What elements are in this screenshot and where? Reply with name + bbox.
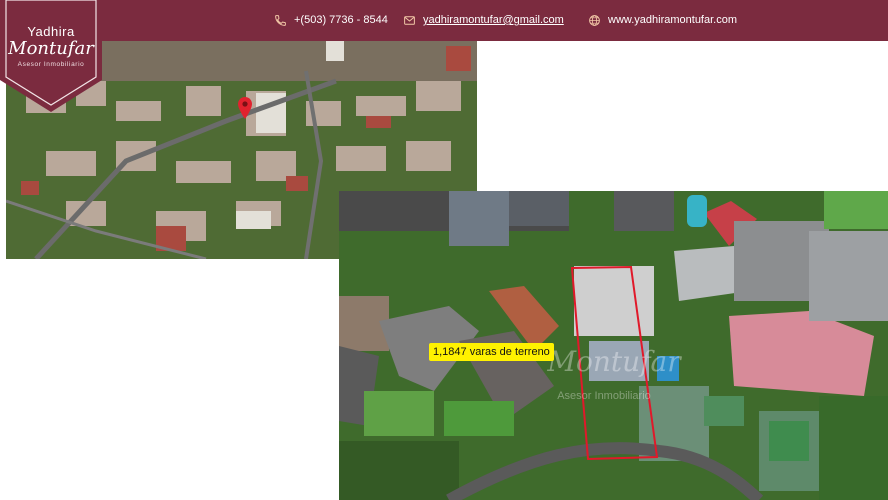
- watermark-name: Montufar: [546, 345, 682, 378]
- brand-name-line2: Montufar: [8, 38, 94, 59]
- header-bar: +(503) 7736 - 8544 yadhiramontufar@gmail…: [0, 0, 888, 41]
- email-link[interactable]: yadhiramontufar@gmail.com: [423, 12, 564, 28]
- brand-name-line1: Yadhira: [27, 24, 75, 39]
- contact-website[interactable]: www.yadhiramontufar.com: [588, 12, 737, 28]
- phone-icon: [275, 14, 286, 26]
- mail-icon: [404, 15, 415, 25]
- aerial-photo-lot-drawing: Montufar Asesor Inmobiliario: [339, 191, 888, 500]
- map-pin-icon: [238, 97, 252, 119]
- aerial-photo-lot: Montufar Asesor Inmobiliario: [339, 191, 888, 500]
- brand-tagline: Asesor Inmobiliario: [17, 61, 85, 68]
- watermark-tagline: Asesor Inmobiliario: [557, 390, 651, 402]
- lot-size-label: 1,1847 varas de terreno: [429, 343, 554, 361]
- brand-logo: Yadhira Montufar Asesor Inmobiliario: [0, 0, 102, 112]
- contact-phone[interactable]: +(503) 7736 - 8544: [274, 12, 388, 28]
- contact-email[interactable]: yadhiramontufar@gmail.com: [403, 12, 564, 28]
- globe-icon: [589, 14, 600, 26]
- phone-number: +(503) 7736 - 8544: [294, 14, 388, 26]
- website-link[interactable]: www.yadhiramontufar.com: [608, 12, 737, 28]
